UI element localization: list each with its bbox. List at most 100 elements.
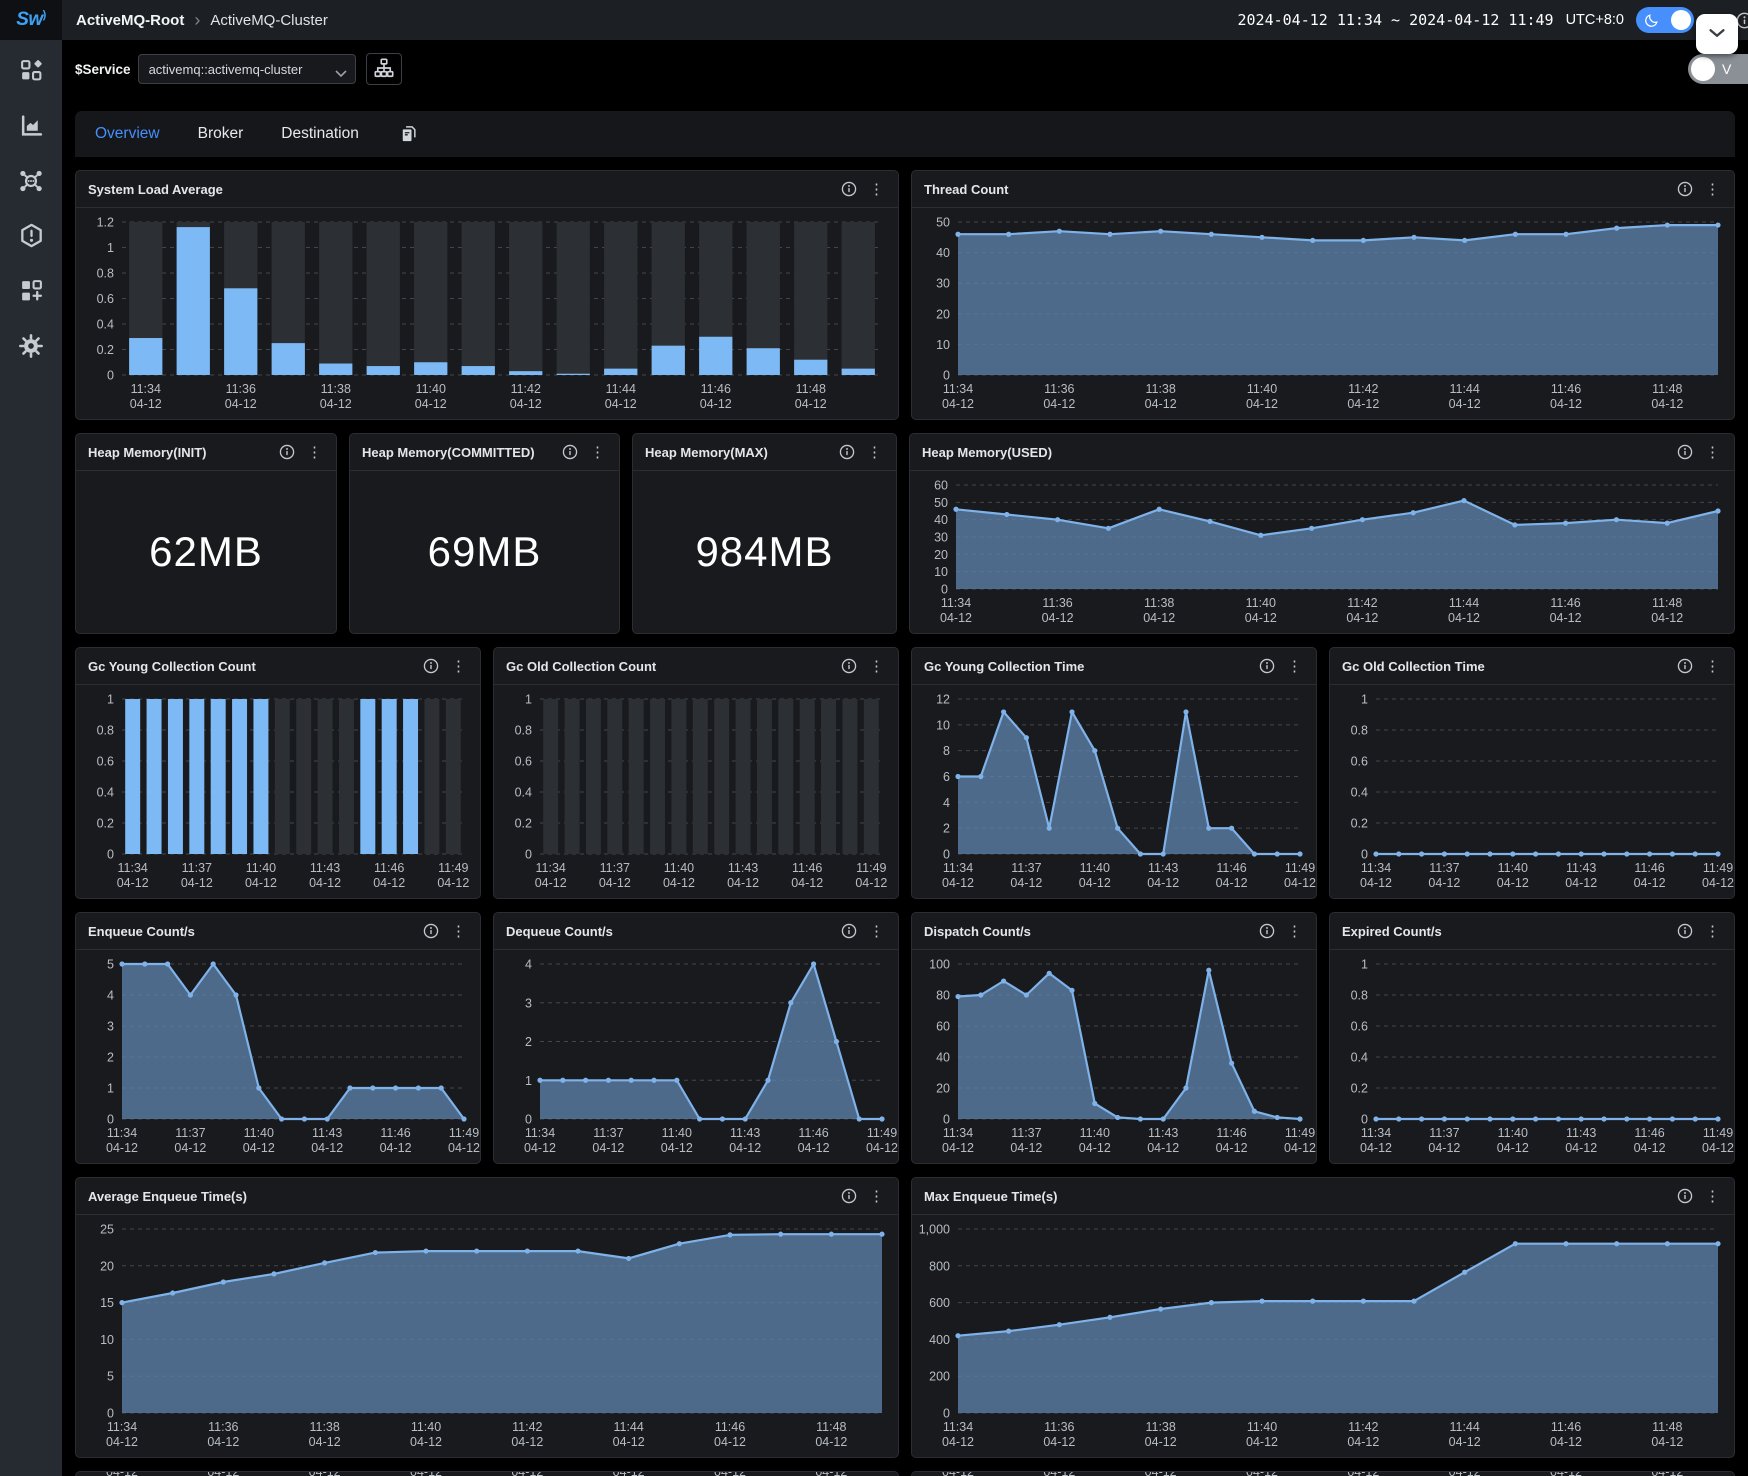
clipped-axis-label: 04-12: [207, 1471, 239, 1476]
time-range[interactable]: 2024-04-12 11:34 ~ 2024-04-12 11:49: [1237, 11, 1553, 29]
svg-text:0: 0: [943, 1113, 950, 1127]
info-icon[interactable]: [1259, 923, 1275, 939]
tab-destination[interactable]: Destination: [281, 125, 359, 143]
svg-text:11:34: 11:34: [118, 861, 148, 875]
chart-gc-young-collection-count[interactable]: 10.80.60.40.2011:3404-1211:3704-1211:400…: [76, 685, 480, 898]
svg-text:1: 1: [1361, 958, 1368, 972]
info-icon[interactable]: [1677, 658, 1693, 674]
info-icon[interactable]: [1259, 658, 1275, 674]
sidebar: [0, 40, 62, 1476]
sidebar-item-new-dashboard[interactable]: [18, 280, 44, 306]
info-icon[interactable]: [423, 658, 439, 674]
svg-text:04-12: 04-12: [942, 397, 974, 411]
chart-gc-old-collection-time[interactable]: 10.80.60.40.2011:3404-1211:3704-1211:400…: [1330, 685, 1734, 898]
more-options-icon[interactable]: ⋮: [867, 924, 886, 939]
panel-title: Expired Count/s: [1342, 924, 1442, 939]
more-options-icon[interactable]: ⋮: [1703, 445, 1722, 460]
svg-text:11:46: 11:46: [1634, 1126, 1664, 1140]
svg-text:04-12: 04-12: [1147, 1141, 1179, 1155]
svg-text:11:43: 11:43: [1566, 1126, 1596, 1140]
svg-text:04-12: 04-12: [510, 397, 542, 411]
info-icon[interactable]: [841, 181, 857, 197]
more-options-icon[interactable]: ⋮: [1285, 659, 1304, 674]
copy-icon[interactable]: [399, 124, 419, 144]
svg-text:0.2: 0.2: [1351, 1082, 1368, 1096]
info-icon[interactable]: [841, 1188, 857, 1204]
svg-text:0.8: 0.8: [97, 724, 114, 738]
chart-max-enqueue-time-s[interactable]: 1,000800600400200011:3404-1211:3604-1211…: [912, 1215, 1734, 1457]
svg-text:0.2: 0.2: [515, 817, 532, 831]
more-options-icon[interactable]: ⋮: [867, 659, 886, 674]
panel-title: Gc Old Collection Count: [506, 659, 656, 674]
info-icon[interactable]: [841, 923, 857, 939]
chart-heap-memory-used[interactable]: 605040302010011:3404-1211:3604-1211:3804…: [910, 471, 1734, 633]
panel-header: Dequeue Count/s⋮: [494, 913, 898, 950]
sidebar-item-topology[interactable]: [18, 170, 44, 196]
svg-text:0.8: 0.8: [97, 267, 114, 281]
panel-header: Heap Memory(INIT)⋮: [76, 434, 336, 471]
chart-enqueue-count-s[interactable]: 54321011:3404-1211:3704-1211:4004-1211:4…: [76, 950, 480, 1163]
panel-header: Expired Count/s ⋮: [1330, 913, 1734, 950]
panel-header: Heap Memory(USED)⋮: [910, 434, 1734, 471]
info-icon[interactable]: [279, 444, 295, 460]
more-options-icon[interactable]: ⋮: [867, 182, 886, 197]
chart-system-load-average[interactable]: 1.210.80.60.40.2011:3404-1211:3604-1211:…: [76, 208, 898, 419]
svg-text:11:34: 11:34: [107, 1420, 137, 1434]
svg-text:04-12: 04-12: [942, 876, 974, 890]
svg-text:2: 2: [943, 822, 950, 836]
view-toggle[interactable]: V: [1688, 54, 1748, 84]
service-topology-button[interactable]: [366, 53, 402, 85]
more-options-icon[interactable]: ⋮: [1285, 924, 1304, 939]
svg-text:11:40: 11:40: [664, 861, 694, 875]
service-toolbar: $Service activemq::activemq-cluster V: [62, 40, 1748, 98]
more-options-icon[interactable]: ⋮: [588, 445, 607, 460]
timezone[interactable]: UTC+8:0: [1566, 12, 1624, 28]
svg-text:04-12: 04-12: [243, 1141, 275, 1155]
more-options-icon[interactable]: ⋮: [1703, 924, 1722, 939]
more-options-icon[interactable]: ⋮: [305, 445, 324, 460]
tab-overview[interactable]: Overview: [95, 125, 160, 143]
info-icon[interactable]: [841, 658, 857, 674]
chart-average-enqueue-time-s[interactable]: 252015105011:3404-1211:3604-1211:3804-12…: [76, 1215, 898, 1457]
info-icon[interactable]: [423, 923, 439, 939]
tab-broker[interactable]: Broker: [198, 125, 244, 143]
svg-text:04-12: 04-12: [1448, 611, 1480, 625]
chart-gc-young-collection-time[interactable]: 12108642011:3404-1211:3704-1211:4004-121…: [912, 685, 1316, 898]
chart-gc-old-collection-count[interactable]: 10.80.60.40.2011:3404-1211:3704-1211:400…: [494, 685, 898, 898]
service-select[interactable]: activemq::activemq-cluster: [138, 54, 356, 84]
info-icon[interactable]: [562, 444, 578, 460]
chart-thread-count[interactable]: 5040302010011:3404-1211:3604-1211:3804-1…: [912, 208, 1734, 419]
more-options-icon[interactable]: ⋮: [865, 445, 884, 460]
svg-text:04-12: 04-12: [1284, 1141, 1316, 1155]
sidebar-item-settings[interactable]: [18, 335, 44, 361]
dark-mode-toggle[interactable]: [1636, 7, 1694, 33]
collapse-header-button[interactable]: [1696, 14, 1738, 54]
info-icon[interactable]: [839, 444, 855, 460]
chart-dispatch-count-s[interactable]: 10080604020011:3404-1211:3704-1211:4004-…: [912, 950, 1316, 1163]
more-options-icon[interactable]: ⋮: [449, 659, 468, 674]
svg-text:04-12: 04-12: [1550, 611, 1582, 625]
info-icon[interactable]: [1677, 1188, 1693, 1204]
more-options-icon[interactable]: ⋮: [1703, 1189, 1722, 1204]
svg-text:11:46: 11:46: [1550, 596, 1580, 610]
svg-text:04-12: 04-12: [663, 876, 695, 890]
panel-row: Enqueue Count/s⋮54321011:3404-1211:3704-…: [75, 912, 1735, 1164]
more-options-icon[interactable]: ⋮: [867, 1189, 886, 1204]
chart-expired-count-s[interactable]: 10.80.60.40.2011:3404-1211:3704-1211:400…: [1330, 950, 1734, 1163]
logo[interactable]: Sw): [0, 0, 62, 40]
sidebar-item-charts[interactable]: [18, 115, 44, 141]
more-options-icon[interactable]: ⋮: [1703, 182, 1722, 197]
sidebar-item-alerts[interactable]: [18, 225, 44, 251]
panel-body: 252015105011:3404-1211:3604-1211:3804-12…: [76, 1215, 898, 1458]
more-options-icon[interactable]: ⋮: [449, 924, 468, 939]
svg-text:11:34: 11:34: [943, 1420, 973, 1434]
info-icon[interactable]: [1677, 444, 1693, 460]
breadcrumb-root[interactable]: ActiveMQ-Root: [76, 12, 184, 29]
info-icon[interactable]: [1677, 923, 1693, 939]
chart-dequeue-count-s[interactable]: 4321011:3404-1211:3704-1211:4004-1211:43…: [494, 950, 898, 1163]
more-options-icon[interactable]: ⋮: [1703, 659, 1722, 674]
svg-text:04-12: 04-12: [1550, 397, 1582, 411]
sidebar-item-dashboards[interactable]: [18, 60, 44, 86]
svg-text:11:38: 11:38: [321, 382, 351, 396]
info-icon[interactable]: [1677, 181, 1693, 197]
